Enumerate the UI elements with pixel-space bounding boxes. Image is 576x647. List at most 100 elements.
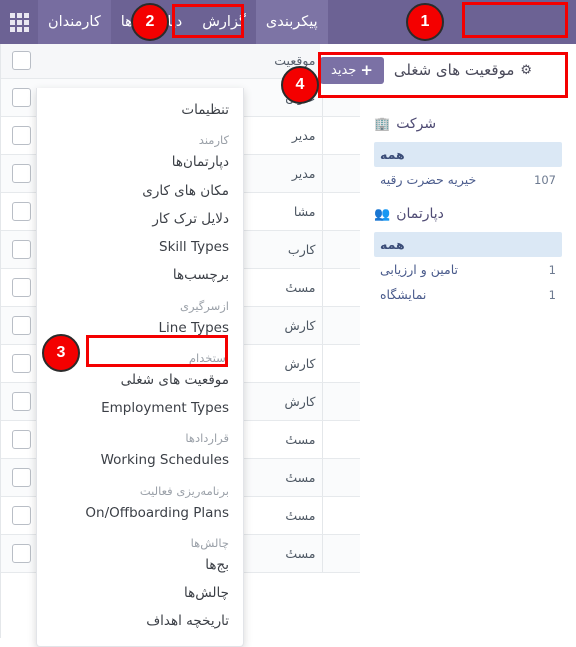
row-checkbox-cell[interactable] (1, 154, 37, 193)
dropdown-item-11[interactable]: Employment Types (37, 394, 243, 422)
dropdown-item-4[interactable]: دلایل ترک کار (37, 205, 243, 233)
filter-row-1-1[interactable]: تامین و ارزیابی 1 (374, 257, 562, 282)
new-button[interactable]: جدید + (320, 56, 384, 84)
dropdown-item-6[interactable]: برچسب‌ها (37, 261, 243, 289)
filter-row-label: نمایشگاه (380, 287, 427, 302)
gear-icon[interactable]: ⚙ (520, 63, 532, 78)
new-button-label: جدید (331, 62, 357, 78)
dropdown-item-5[interactable]: Skill Types (37, 233, 243, 261)
row-checkbox[interactable] (12, 201, 31, 221)
row-pad-cell (321, 344, 360, 383)
row-pad-cell (321, 534, 360, 573)
workspace: موقعیت عنوانمدیرمدیرمشاکاربمستٔکارشکارشک… (0, 44, 576, 647)
row-checkbox-cell[interactable] (1, 192, 37, 231)
row-checkbox[interactable] (12, 391, 31, 411)
dropdown-section-header: کارمند (198, 133, 229, 148)
nav-item-employees[interactable]: کارمندان (38, 0, 111, 44)
filter-row-count: 1 (548, 287, 556, 302)
row-checkbox-cell[interactable] (1, 306, 37, 345)
annotation-badge-1-label: 1 (420, 13, 430, 30)
row-pad-cell (321, 496, 360, 535)
dropdown-item-18[interactable]: چالش‌ها (37, 579, 243, 607)
filter-group-title: شرکت (396, 116, 437, 132)
row-checkbox[interactable] (12, 429, 31, 449)
annotation-badge-2-label: 2 (145, 13, 155, 30)
table-header-name: موقعیت (63, 44, 322, 79)
select-all-checkbox-cell[interactable] (1, 44, 37, 79)
table-header-drag (37, 44, 63, 79)
row-checkbox[interactable] (12, 277, 31, 297)
row-checkbox-cell[interactable] (1, 496, 37, 535)
people-icon: 👥 (374, 206, 391, 222)
page-title: موقعیت های شغلی (393, 61, 515, 79)
annotation-badge-3-label: 3 (56, 344, 66, 361)
dropdown-section-header: قراردادها (185, 431, 229, 446)
row-checkbox-cell[interactable] (1, 458, 37, 497)
annotation-badge-4-label: 4 (295, 76, 305, 93)
dropdown-item-17[interactable]: بج‌ها (37, 551, 243, 579)
dropdown-item-2[interactable]: دپارتمان‌ها (37, 148, 243, 176)
row-pad-cell (321, 458, 360, 497)
nav-label-configuration: پیکربندی (265, 14, 318, 30)
annotation-badge-2: 2 (131, 3, 169, 41)
filter-row-0-1[interactable]: خیریه حضرت رقیه 107 (374, 167, 562, 192)
filter-row-label: همه (380, 147, 405, 162)
nav-label-employees: کارمندان (48, 14, 101, 30)
row-checkbox-cell[interactable] (1, 78, 37, 117)
dropdown-item-15[interactable]: On/Offboarding Plans (37, 499, 243, 527)
row-checkbox[interactable] (12, 87, 31, 107)
annotation-badge-3: 3 (42, 334, 80, 372)
row-checkbox-cell[interactable] (1, 268, 37, 307)
row-checkbox-cell[interactable] (1, 116, 37, 155)
filter-row-label: همه (380, 237, 405, 252)
dropdown-item-13[interactable]: Working Schedules (37, 446, 243, 474)
row-checkbox[interactable] (12, 315, 31, 335)
filter-row-count: 1 (548, 262, 556, 277)
row-checkbox[interactable] (12, 125, 31, 145)
row-pad-cell (321, 420, 360, 459)
dropdown-section-header: چالش‌ها (190, 535, 229, 550)
filter-row-count: 107 (534, 172, 556, 187)
filter-row-label: خیریه حضرت رقیه (380, 172, 477, 187)
row-checkbox-cell[interactable] (1, 344, 37, 383)
row-checkbox[interactable] (12, 505, 31, 525)
dropdown-item-0[interactable]: تنظیمات (37, 96, 243, 124)
row-pad-cell (321, 116, 360, 155)
row-pad-cell (321, 154, 360, 193)
row-checkbox-cell[interactable] (1, 230, 37, 269)
nav-label-reporting: گزارش (202, 14, 246, 30)
annotation-badge-1: 1 (406, 3, 444, 41)
nav-item-reporting[interactable]: گزارش (192, 0, 256, 44)
filter-group-header-0: 🏢 شرکت (374, 116, 562, 132)
dropdown-item-19[interactable]: تاریخچه اهداف (37, 607, 243, 635)
row-pad-cell (321, 192, 360, 231)
row-checkbox-cell[interactable] (1, 420, 37, 459)
filter-row-label: تامین و ارزیابی (380, 262, 458, 277)
dropdown-section-header: برنامه‌ریزی فعالیت (139, 483, 229, 498)
top-navbar: کارمندان دپارتمان‌ها گزارش پیکربندی (0, 0, 576, 44)
row-checkbox[interactable] (12, 543, 31, 563)
row-checkbox[interactable] (12, 163, 31, 183)
filter-row-1-0[interactable]: همه (374, 232, 562, 257)
building-icon: 🏢 (374, 116, 391, 132)
annotation-badge-4: 4 (281, 66, 319, 104)
row-checkbox[interactable] (12, 239, 31, 259)
filter-row-1-2[interactable]: نمایشگاه 1 (374, 282, 562, 307)
filter-row-0-0[interactable]: همه (374, 142, 562, 167)
filter-group-header-1: 👥 دپارتمان (374, 206, 562, 222)
row-checkbox-cell[interactable] (1, 534, 37, 573)
row-pad-cell (321, 230, 360, 269)
row-pad-cell (321, 306, 360, 345)
row-checkbox-cell[interactable] (1, 382, 37, 421)
row-checkbox[interactable] (12, 467, 31, 487)
control-panel: جدید + موقعیت های شغلی ⚙ (320, 44, 576, 96)
dropdown-section-header: ازسرگیری (179, 298, 229, 313)
row-checkbox[interactable] (12, 353, 31, 373)
select-all-checkbox[interactable] (12, 51, 31, 71)
filter-sidebar: 🏢 شرکت همه خیریه حضرت رقیه 107 👥 دپارتمان همه تا… (360, 96, 576, 638)
apps-menu-button[interactable] (0, 0, 38, 44)
dropdown-item-3[interactable]: مکان های کاری (37, 177, 243, 205)
nav-item-configuration[interactable]: پیکربندی (255, 0, 328, 44)
row-pad-cell (321, 382, 360, 421)
row-pad-cell (321, 268, 360, 307)
